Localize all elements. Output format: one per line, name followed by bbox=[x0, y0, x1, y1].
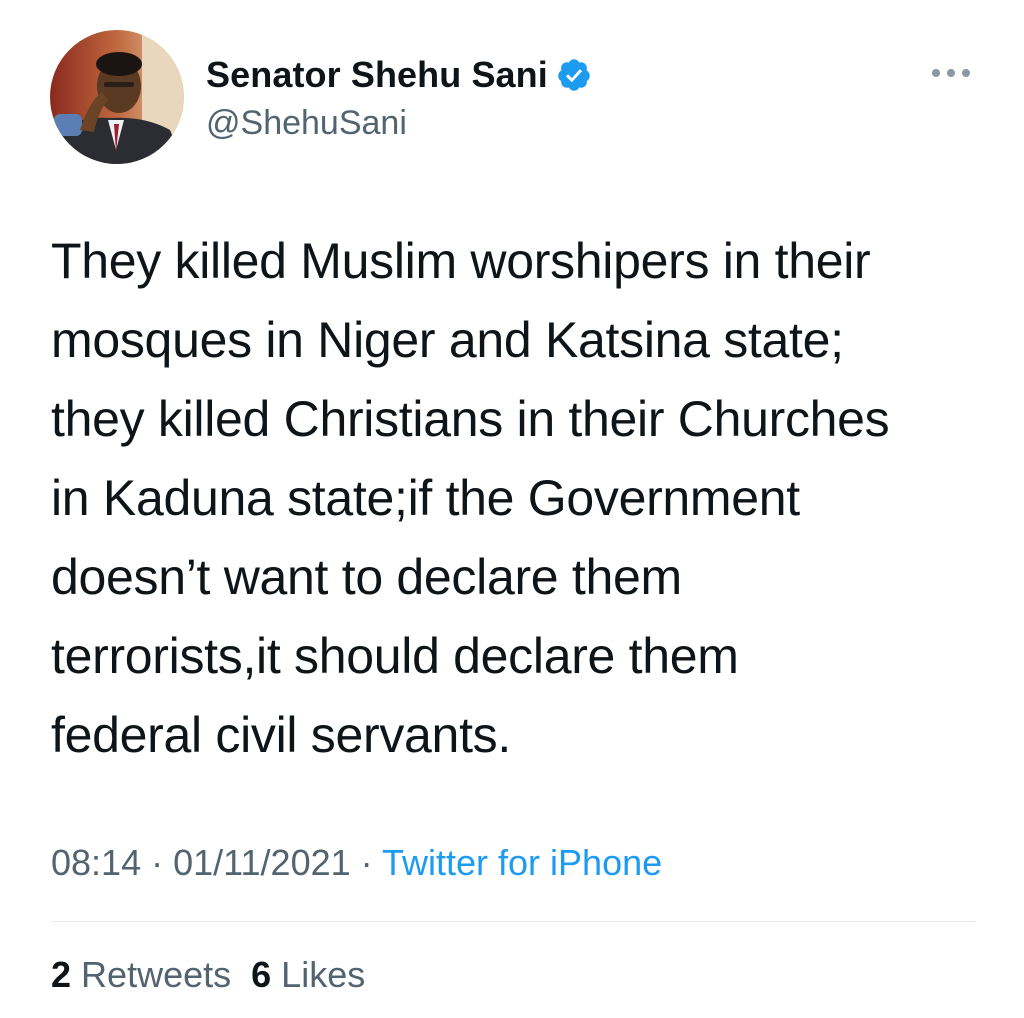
tweet-source-link[interactable]: Twitter for iPhone bbox=[382, 842, 662, 883]
engagement-stats: 2 Retweets 6 Likes bbox=[51, 954, 365, 996]
user-handle[interactable]: @ShehuSani bbox=[206, 104, 592, 143]
name-row: Senator Shehu Sani bbox=[206, 52, 592, 98]
likes-label: Likes bbox=[281, 954, 366, 995]
tweet-text: They killed Muslim worshipers in their m… bbox=[51, 233, 890, 763]
tweet-time[interactable]: 08:14 bbox=[51, 842, 141, 883]
retweets-stat[interactable]: 2 Retweets bbox=[51, 954, 231, 995]
more-options-button[interactable] bbox=[926, 60, 976, 86]
meta-separator: · bbox=[360, 842, 373, 883]
retweets-count: 2 bbox=[51, 954, 72, 995]
tweet-detail: Senator Shehu Sani @ShehuSani They kille… bbox=[0, 0, 1024, 1018]
display-name[interactable]: Senator Shehu Sani bbox=[206, 54, 548, 96]
likes-count: 6 bbox=[251, 954, 272, 995]
likes-stat[interactable]: 6 Likes bbox=[251, 954, 365, 995]
profile-photo bbox=[50, 30, 184, 164]
more-horizontal-icon bbox=[932, 69, 970, 77]
retweets-label: Retweets bbox=[81, 954, 232, 995]
author-info: Senator Shehu Sani @ShehuSani bbox=[206, 52, 592, 143]
tweet-metadata: 08:14 · 01/11/2021 · Twitter for iPhone bbox=[51, 842, 662, 884]
verified-badge-icon bbox=[556, 57, 592, 93]
meta-separator: · bbox=[151, 842, 164, 883]
tweet-date[interactable]: 01/11/2021 bbox=[173, 842, 351, 883]
divider bbox=[51, 921, 975, 922]
avatar[interactable] bbox=[50, 30, 184, 164]
